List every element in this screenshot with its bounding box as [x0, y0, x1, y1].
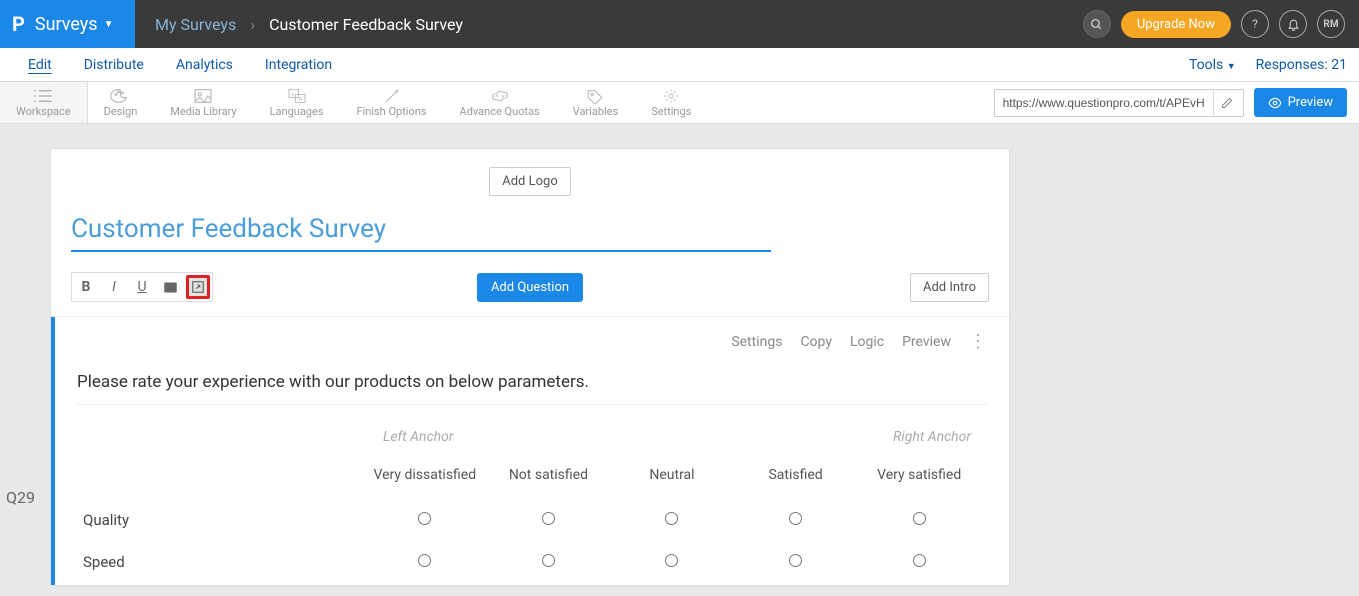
- question-text[interactable]: Please rate your experience with our pro…: [77, 372, 987, 405]
- toolbar-languages[interactable]: xA Languages: [254, 82, 341, 123]
- matrix-radio[interactable]: [665, 512, 678, 525]
- user-avatar[interactable]: RM: [1317, 10, 1345, 38]
- workspace-icon: [32, 87, 54, 105]
- image-icon: [163, 281, 178, 294]
- palette-icon: [109, 87, 131, 105]
- notifications-button[interactable]: [1279, 10, 1307, 38]
- question-logic[interactable]: Logic: [850, 334, 884, 350]
- question-copy[interactable]: Copy: [800, 334, 832, 350]
- tag-icon: [584, 87, 606, 105]
- popout-icon: [191, 280, 205, 294]
- matrix-radio[interactable]: [913, 512, 926, 525]
- breadcrumb: My Surveys › Customer Feedback Survey: [135, 15, 483, 34]
- survey-title[interactable]: Customer Feedback Survey: [71, 214, 771, 252]
- image-icon: [192, 87, 214, 105]
- question-number: Q29: [6, 488, 35, 507]
- tab-integration[interactable]: Integration: [249, 48, 348, 82]
- toolbar-media[interactable]: Media Library: [154, 82, 253, 123]
- link-icon: [489, 87, 511, 105]
- italic-button[interactable]: I: [102, 275, 126, 299]
- column-header[interactable]: Very dissatisfied: [363, 463, 487, 487]
- bold-button[interactable]: B: [74, 275, 98, 299]
- question-settings[interactable]: Settings: [731, 334, 782, 350]
- survey-panel: Add Logo Customer Feedback Survey B I U …: [50, 148, 1010, 586]
- matrix-radio[interactable]: [789, 512, 802, 525]
- matrix-radio[interactable]: [913, 554, 926, 567]
- format-toolbar: B I U: [71, 272, 213, 302]
- add-logo-button[interactable]: Add Logo: [489, 167, 571, 196]
- column-header[interactable]: Neutral: [610, 463, 734, 487]
- caret-down-icon: ▼: [1227, 62, 1236, 72]
- tab-distribute[interactable]: Distribute: [68, 48, 160, 82]
- question-preview[interactable]: Preview: [902, 334, 951, 350]
- tab-edit[interactable]: Edit: [12, 48, 68, 82]
- breadcrumb-separator: ›: [250, 15, 255, 34]
- matrix-radio[interactable]: [418, 512, 431, 525]
- survey-url-input[interactable]: [995, 96, 1213, 110]
- column-header[interactable]: Satisfied: [734, 463, 858, 487]
- matrix-radio[interactable]: [789, 554, 802, 567]
- languages-icon: xA: [286, 87, 308, 105]
- help-button[interactable]: ?: [1241, 10, 1269, 38]
- toolbar-variables[interactable]: Variables: [557, 82, 636, 123]
- row-label[interactable]: Quality: [83, 511, 363, 529]
- preview-button[interactable]: Preview: [1254, 88, 1347, 117]
- survey-url-box: [994, 89, 1244, 117]
- tools-dropdown[interactable]: Tools ▼: [1189, 57, 1236, 73]
- chevron-down-icon: ▼: [104, 19, 114, 30]
- underline-button[interactable]: U: [130, 275, 154, 299]
- upgrade-button[interactable]: Upgrade Now: [1121, 11, 1231, 38]
- matrix-radio[interactable]: [665, 554, 678, 567]
- matrix-radio[interactable]: [542, 554, 555, 567]
- search-icon: [1090, 18, 1103, 31]
- add-intro-button[interactable]: Add Intro: [910, 273, 989, 302]
- svg-text:A: A: [298, 97, 302, 103]
- toolbar-quotas[interactable]: Advance Quotas: [444, 82, 557, 123]
- breadcrumb-current: Customer Feedback Survey: [269, 15, 463, 34]
- question-icon: ?: [1252, 17, 1258, 31]
- expand-editor-button[interactable]: [186, 275, 210, 299]
- search-button[interactable]: [1083, 10, 1111, 38]
- matrix-radio[interactable]: [418, 554, 431, 567]
- edit-url-button[interactable]: [1213, 89, 1241, 117]
- toolbar-finish[interactable]: Finish Options: [341, 82, 444, 123]
- brand-section[interactable]: P Surveys ▼: [0, 0, 135, 48]
- column-header[interactable]: Not satisfied: [487, 463, 611, 487]
- tab-analytics[interactable]: Analytics: [160, 48, 249, 82]
- kebab-menu[interactable]: ⋮: [969, 331, 987, 352]
- matrix-radio[interactable]: [542, 512, 555, 525]
- toolbar-design[interactable]: Design: [88, 82, 155, 123]
- add-question-button[interactable]: Add Question: [477, 273, 583, 302]
- column-header[interactable]: Very satisfied: [857, 463, 981, 487]
- row-label[interactable]: Speed: [83, 553, 363, 571]
- product-name: Surveys: [35, 14, 98, 35]
- bell-icon: [1287, 18, 1300, 31]
- pencil-icon: [1221, 97, 1233, 109]
- right-anchor[interactable]: Right Anchor: [893, 429, 971, 445]
- eye-icon: [1268, 96, 1282, 110]
- insert-image-button[interactable]: [158, 275, 182, 299]
- gear-icon: [660, 87, 682, 105]
- breadcrumb-root[interactable]: My Surveys: [155, 15, 236, 34]
- logo-icon: P: [12, 12, 25, 36]
- toolbar-workspace[interactable]: Workspace: [0, 82, 88, 123]
- responses-count[interactable]: Responses: 21: [1256, 57, 1347, 73]
- wand-icon: [381, 87, 403, 105]
- toolbar-settings[interactable]: Settings: [635, 82, 708, 123]
- svg-text:x: x: [291, 92, 294, 98]
- question-block: Settings Copy Logic Preview ⋮ Please rat…: [51, 317, 1009, 585]
- left-anchor[interactable]: Left Anchor: [383, 429, 453, 445]
